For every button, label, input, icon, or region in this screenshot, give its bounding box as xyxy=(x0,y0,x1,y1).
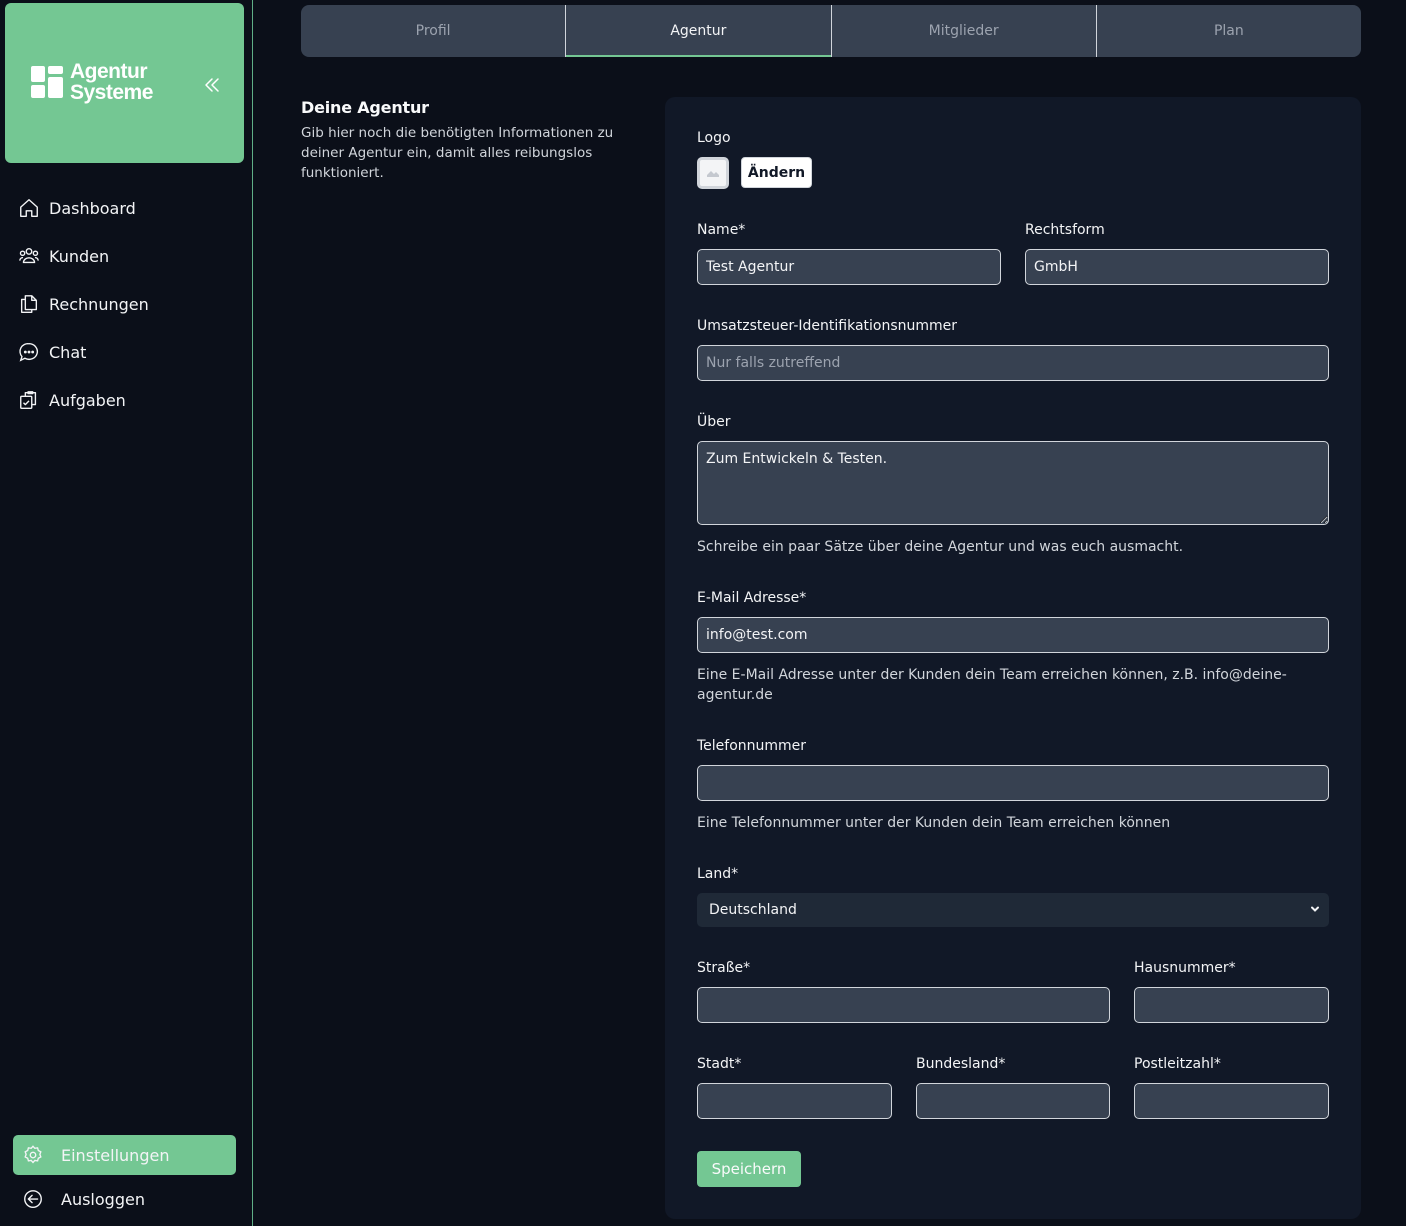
state-label: Bundesland* xyxy=(916,1056,1006,1072)
logo-mark-icon xyxy=(31,66,63,98)
name-label: Name* xyxy=(697,222,746,238)
city-label: Stadt* xyxy=(697,1056,742,1072)
sidebar-item-label: Dashboard xyxy=(49,198,136,218)
street-input[interactable] xyxy=(697,987,1110,1023)
logout-icon xyxy=(22,1188,44,1210)
chat-icon xyxy=(18,341,40,363)
sidebar-item-label: Chat xyxy=(49,342,87,362)
collapse-sidebar-button[interactable] xyxy=(201,73,225,97)
chevrons-left-icon xyxy=(205,78,219,92)
change-logo-button[interactable]: Ändern xyxy=(741,157,812,188)
tab-label: Plan xyxy=(1213,23,1244,39)
country-selected-value: Deutschland xyxy=(709,902,797,918)
section-intro: Deine Agentur Gib hier noch die benötigt… xyxy=(301,98,631,183)
brand-header: Agentur Systeme xyxy=(5,3,244,163)
sidebar-item-einstellungen[interactable]: Einstellungen xyxy=(13,1135,236,1175)
brand-line-1: Agentur xyxy=(70,60,147,83)
vat-id-input[interactable] xyxy=(697,345,1329,381)
house-number-label: Hausnummer* xyxy=(1134,960,1236,976)
tab-label: Profil xyxy=(415,23,451,39)
sidebar-item-label: Ausloggen xyxy=(61,1189,145,1209)
sidebar-item-dashboard[interactable]: Dashboard xyxy=(18,184,238,232)
logo-preview xyxy=(697,157,729,189)
phone-input[interactable] xyxy=(697,765,1329,801)
users-icon xyxy=(18,245,40,267)
home-icon xyxy=(18,197,40,219)
settings-tabs: Profil Agentur Mitglieder Plan xyxy=(301,5,1361,57)
state-input[interactable] xyxy=(916,1083,1110,1119)
phone-label: Telefonnummer xyxy=(697,738,807,754)
bottom-nav: Einstellungen Ausloggen xyxy=(13,1135,236,1223)
tab-profil[interactable]: Profil xyxy=(301,5,565,57)
sidebar-item-label: Aufgaben xyxy=(49,390,126,410)
sidebar-item-rechnungen[interactable]: Rechnungen xyxy=(18,280,238,328)
brand-name: Agentur Systeme xyxy=(70,61,153,103)
city-input[interactable] xyxy=(697,1083,892,1119)
sidebar: Agentur Systeme Dashboard Kunden Rechnun… xyxy=(0,0,253,1226)
brand-logo[interactable]: Agentur Systeme xyxy=(31,61,171,107)
sidebar-item-label: Kunden xyxy=(49,246,110,266)
sidebar-item-kunden[interactable]: Kunden xyxy=(18,232,238,280)
agency-form: Logo Ändern Name* Rechtsform Umsatzsteue… xyxy=(665,97,1361,1219)
section-description: Gib hier noch die benötigten Information… xyxy=(301,125,614,181)
zip-label: Postleitzahl* xyxy=(1134,1056,1221,1072)
brand-line-2: Systeme xyxy=(70,81,153,104)
legal-form-label: Rechtsform xyxy=(1025,222,1105,238)
tab-mitglieder[interactable]: Mitglieder xyxy=(832,5,1096,57)
house-number-input[interactable] xyxy=(1134,987,1329,1023)
gear-icon xyxy=(22,1144,44,1166)
documents-icon xyxy=(18,293,40,315)
sidebar-item-aufgaben[interactable]: Aufgaben xyxy=(18,376,238,424)
tab-plan[interactable]: Plan xyxy=(1095,5,1361,57)
sidebar-item-ausloggen[interactable]: Ausloggen xyxy=(13,1179,236,1219)
sidebar-item-label: Einstellungen xyxy=(61,1145,170,1165)
image-placeholder-icon xyxy=(707,171,719,177)
street-label: Straße* xyxy=(697,960,751,976)
clipboard-check-icon xyxy=(18,389,40,411)
main-nav: Dashboard Kunden Rechnungen Chat Aufgabe… xyxy=(18,184,238,424)
legal-form-input[interactable] xyxy=(1025,249,1329,285)
about-help: Schreibe ein paar Sätze über deine Agent… xyxy=(697,539,1184,555)
country-label: Land* xyxy=(697,866,739,882)
email-label: E-Mail Adresse* xyxy=(697,590,807,606)
tab-label: Agentur xyxy=(670,23,727,39)
country-select[interactable]: Deutschland xyxy=(697,893,1329,927)
email-input[interactable] xyxy=(697,617,1329,653)
sidebar-item-label: Rechnungen xyxy=(49,294,149,314)
section-title: Deine Agentur xyxy=(301,98,429,117)
chevron-down-icon xyxy=(1311,906,1319,912)
phone-help: Eine Telefonnummer unter der Kunden dein… xyxy=(697,815,1171,831)
save-button[interactable]: Speichern xyxy=(697,1151,801,1187)
email-help: Eine E-Mail Adresse unter der Kunden dei… xyxy=(697,667,1287,703)
about-label: Über xyxy=(697,414,731,430)
sidebar-item-chat[interactable]: Chat xyxy=(18,328,238,376)
logo-label: Logo xyxy=(697,130,731,146)
zip-input[interactable] xyxy=(1134,1083,1329,1119)
about-textarea[interactable]: Zum Entwickeln & Testen. xyxy=(697,441,1329,525)
tab-label: Mitglieder xyxy=(928,23,999,39)
name-input[interactable] xyxy=(697,249,1001,285)
vat-id-label: Umsatzsteuer-Identifikationsnummer xyxy=(697,318,958,334)
tab-agentur[interactable]: Agentur xyxy=(565,5,832,57)
